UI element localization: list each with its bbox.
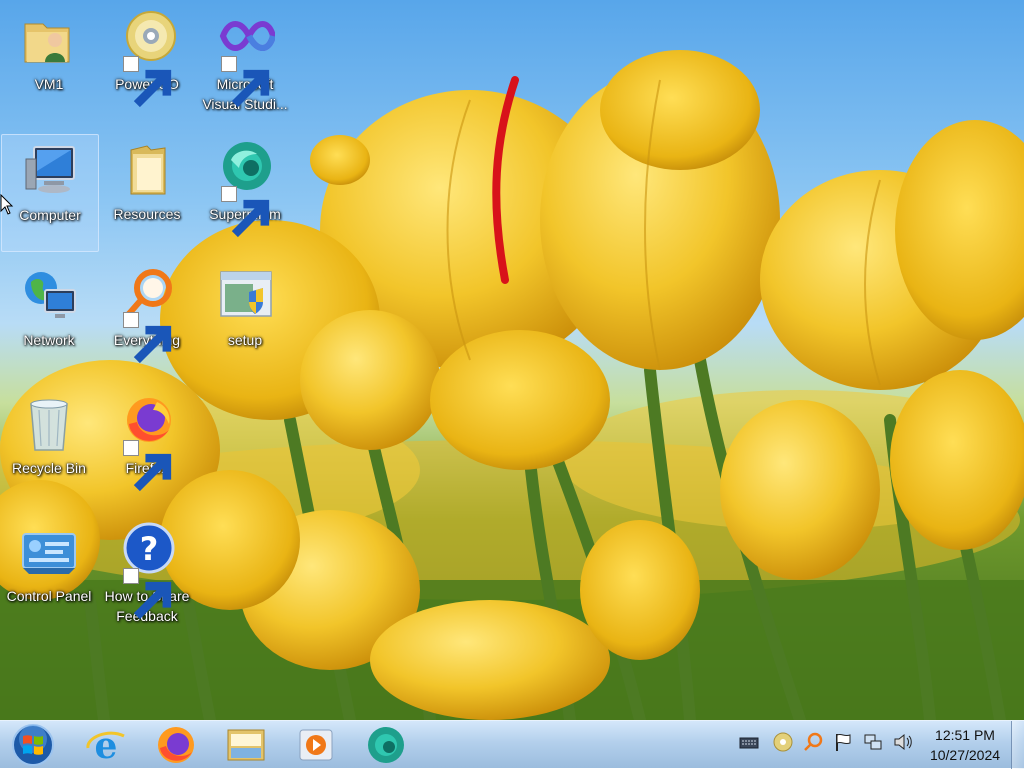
shortcut-arrow-icon xyxy=(123,312,172,364)
clock-date: 10/27/2024 xyxy=(929,747,1001,763)
taskbar-media-player[interactable] xyxy=(288,724,344,766)
user-folder-icon xyxy=(24,23,70,63)
desktop-icon-recycle-bin[interactable]: Recycle Bin xyxy=(0,388,98,506)
volume-icon xyxy=(894,733,912,751)
desktop-icon-everything[interactable]: Everything xyxy=(98,260,196,378)
file-explorer-icon xyxy=(227,729,265,761)
computer-icon xyxy=(25,146,75,193)
dvd-icon xyxy=(773,732,793,752)
desktop-icon-supermium[interactable]: Supermium xyxy=(196,134,294,252)
windows-start-orb-icon xyxy=(12,724,54,766)
network-globe-icon xyxy=(25,272,76,318)
taskbar-file-explorer[interactable] xyxy=(218,724,274,766)
desktop-icon-how-to-share-feedback[interactable]: ? How to Share Feedback xyxy=(98,516,196,626)
taskbar-firefox[interactable] xyxy=(148,724,204,766)
shortcut-arrow-icon xyxy=(123,440,172,492)
tray-action-center[interactable] xyxy=(832,731,854,753)
taskbar-internet-explorer[interactable]: e xyxy=(78,724,134,767)
desktop-icon-poweriso[interactable]: PowerISO xyxy=(98,4,196,122)
start-button[interactable] xyxy=(8,723,58,767)
desktop-icon-firefox[interactable]: Firefox xyxy=(98,388,196,506)
shortcut-arrow-icon xyxy=(221,56,270,108)
desktop-icon-network[interactable]: Network xyxy=(0,260,98,378)
supermium-icon xyxy=(368,727,404,763)
taskbar-clock[interactable]: 12:51 PM 10/27/2024 xyxy=(918,725,1012,765)
shortcut-arrow-icon xyxy=(221,186,270,238)
shortcut-arrow-icon xyxy=(123,568,172,620)
shortcut-arrow-icon xyxy=(123,56,172,108)
show-desktop-button[interactable] xyxy=(1011,721,1024,769)
folder-icon xyxy=(130,145,166,195)
desktop-icon-control-panel[interactable]: Control Panel xyxy=(0,516,98,634)
tray-keyboard[interactable] xyxy=(738,731,760,753)
recycle-bin-icon xyxy=(30,399,68,451)
tray-everything[interactable] xyxy=(802,731,824,753)
tray-dvd[interactable] xyxy=(772,731,794,753)
tray-network[interactable] xyxy=(862,731,884,753)
taskbar: e 12:51 PM 10/27/2024 xyxy=(0,720,1024,769)
setup-installer-icon xyxy=(220,271,272,317)
svg-text:e: e xyxy=(95,725,118,766)
keyboard-icon xyxy=(739,737,759,749)
svg-text:?: ? xyxy=(140,530,159,568)
desktop-icon-resources[interactable]: Resources xyxy=(98,134,196,252)
desktop-icon-computer[interactable]: Computer xyxy=(1,134,99,252)
mouse-cursor-icon xyxy=(0,194,14,215)
action-center-flag-icon xyxy=(836,733,851,751)
media-player-icon xyxy=(299,729,333,761)
control-panel-icon xyxy=(22,533,76,574)
taskbar-supermium[interactable] xyxy=(358,724,414,766)
desktop-icon-vm1[interactable]: VM1 xyxy=(0,4,98,122)
desktop-icon-visual-studio[interactable]: Microsoft Visual Studi... xyxy=(196,4,294,122)
tray-volume[interactable] xyxy=(892,731,914,753)
network-icon xyxy=(864,734,882,750)
internet-explorer-icon: e xyxy=(86,725,125,767)
desktop-icon-setup[interactable]: setup xyxy=(196,260,294,378)
firefox-icon xyxy=(158,727,194,763)
everything-search-icon xyxy=(804,732,823,751)
clock-time: 12:51 PM xyxy=(935,727,995,743)
